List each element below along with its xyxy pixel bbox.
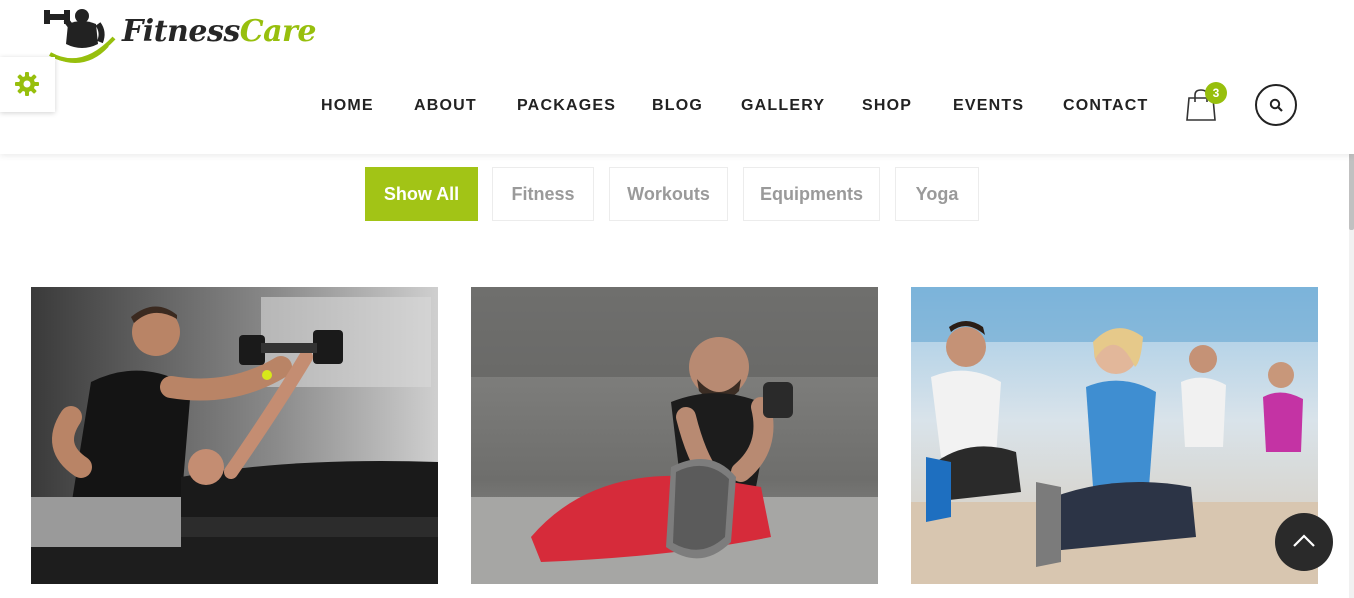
filter-equipments[interactable]: Equipments xyxy=(743,167,880,221)
man-hamstring-stretch-photo xyxy=(471,287,878,584)
site-header: FitnessCare HOME ABOUT PACKAGES BLOG GAL… xyxy=(0,0,1354,154)
nav-item-events[interactable]: EVENTS xyxy=(953,97,1024,115)
search-icon xyxy=(1269,98,1283,112)
gallery-item-2[interactable] xyxy=(471,287,878,584)
scroll-to-top-button[interactable] xyxy=(1275,513,1333,571)
group-stretching-class-photo xyxy=(911,287,1318,584)
settings-panel-toggle[interactable] xyxy=(0,57,55,112)
site-logo[interactable]: FitnessCare xyxy=(42,2,316,66)
nav-item-about[interactable]: ABOUT xyxy=(414,97,477,115)
brand-name-part1: Fitness xyxy=(122,14,240,49)
filter-yoga[interactable]: Yoga xyxy=(895,167,979,221)
brand-name-part2: Care xyxy=(239,14,317,49)
chevron-up-icon xyxy=(1293,534,1315,547)
nav-item-contact[interactable]: CONTACT xyxy=(1063,97,1148,115)
nav-item-gallery[interactable]: GALLERY xyxy=(741,97,825,115)
search-button[interactable] xyxy=(1255,84,1297,126)
gallery-item-3[interactable] xyxy=(911,287,1318,584)
gallery-item-1[interactable] xyxy=(31,287,438,584)
nav-item-shop[interactable]: SHOP xyxy=(862,97,912,115)
filter-fitness[interactable]: Fitness xyxy=(492,167,594,221)
gear-icon xyxy=(15,72,39,96)
nav-item-home[interactable]: HOME xyxy=(321,97,374,115)
filter-show-all[interactable]: Show All xyxy=(365,167,478,221)
brand-wordmark: FitnessCare xyxy=(122,14,316,49)
nav-item-packages[interactable]: PACKAGES xyxy=(517,97,616,115)
filter-workouts[interactable]: Workouts xyxy=(609,167,728,221)
cart-count-badge: 3 xyxy=(1205,82,1227,104)
trainer-assisted-dumbbell-press-photo xyxy=(31,287,438,584)
nav-item-blog[interactable]: BLOG xyxy=(652,97,703,115)
